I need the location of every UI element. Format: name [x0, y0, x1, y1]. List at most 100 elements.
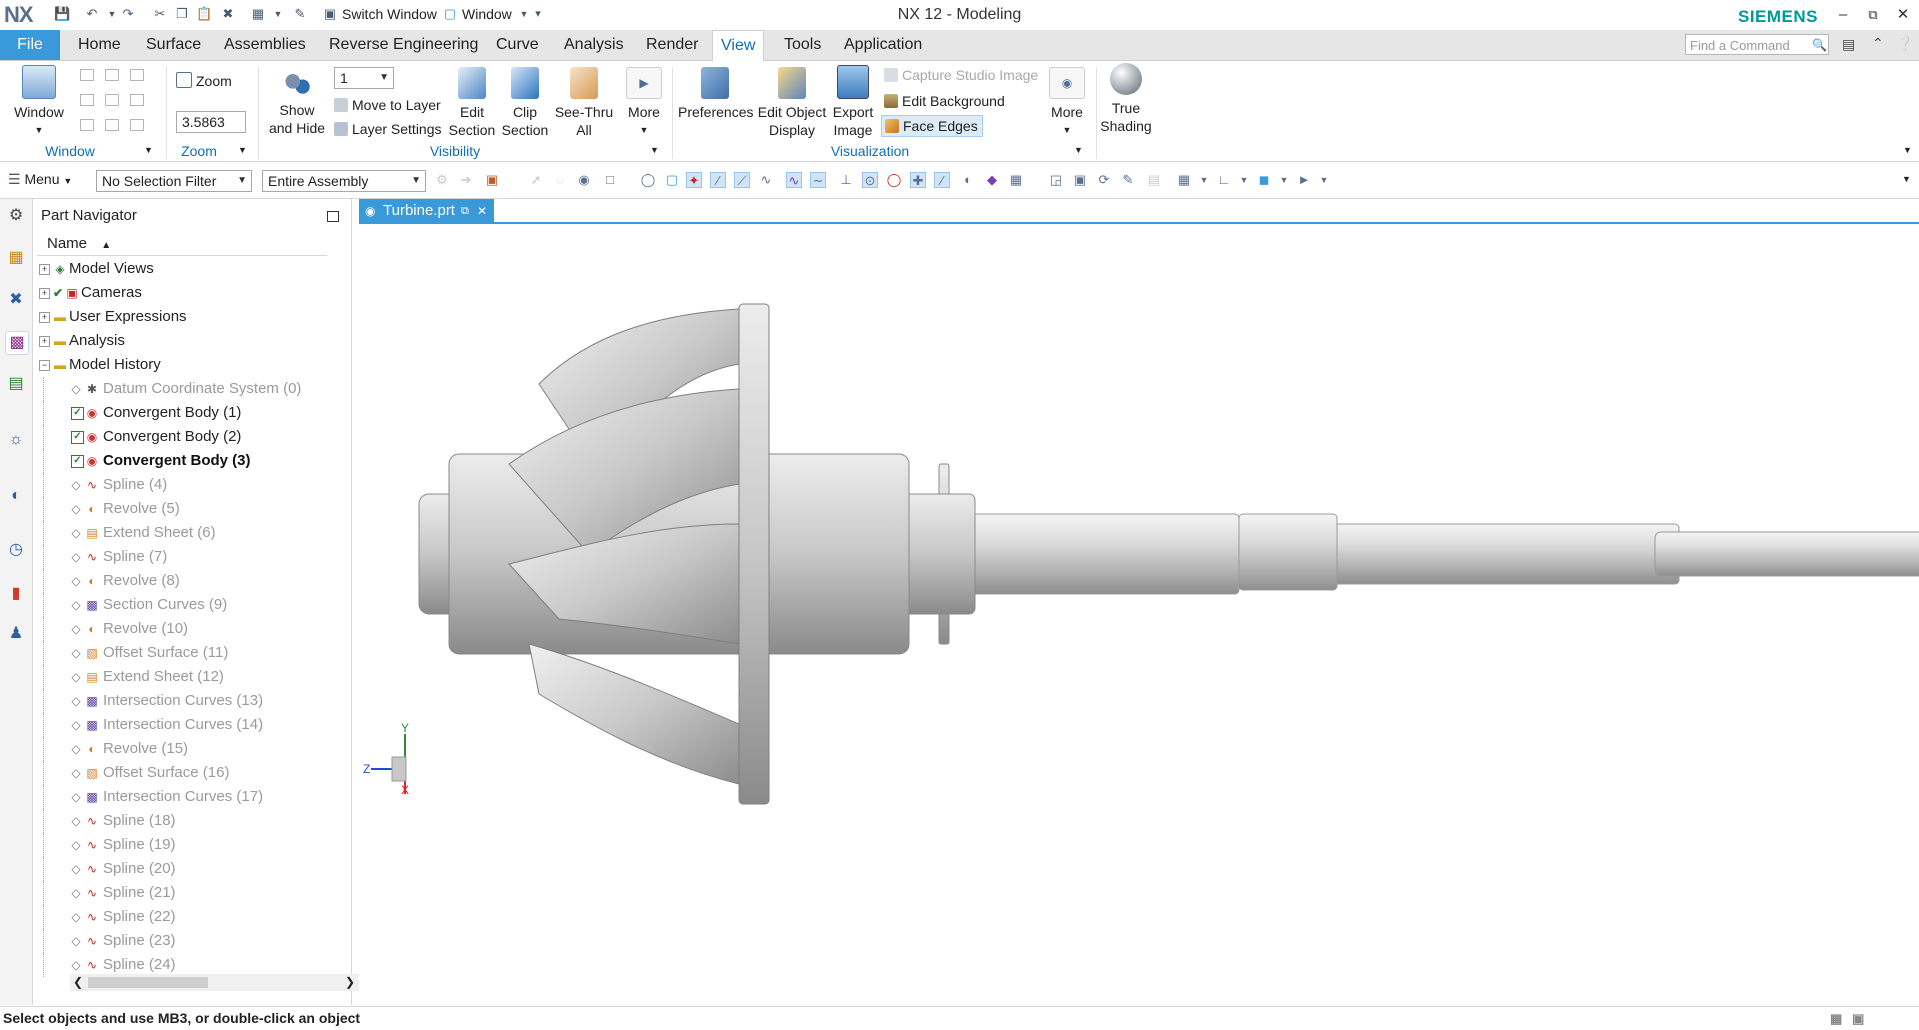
feature-row[interactable]: ✓ ◉ Convergent Body (1) — [37, 401, 327, 425]
edit-section-button[interactable]: Edit Section — [448, 67, 496, 139]
zoom-scale-field[interactable]: 3.5863 — [176, 111, 246, 133]
help-icon[interactable]: ❔ — [1896, 35, 1913, 52]
rendering-style-dropdown-icon[interactable]: ▼ — [1276, 172, 1292, 188]
snap-grid-icon[interactable]: ▦ — [1008, 172, 1024, 188]
hd3d-tools-icon[interactable]: ☼ — [5, 429, 27, 451]
expand-icon[interactable]: + — [39, 336, 50, 347]
tab-application[interactable]: Application — [836, 30, 930, 60]
expand-icon[interactable]: + — [39, 288, 50, 299]
gear-icon[interactable]: ⚙ — [5, 205, 27, 227]
roles-icon[interactable]: ♟ — [5, 623, 27, 645]
layout-right-icon[interactable] — [130, 94, 144, 106]
feature-row[interactable]: ◇ ▤ Extend Sheet (12) — [37, 665, 327, 689]
face-edges-toggle[interactable]: Face Edges — [881, 115, 983, 137]
zoom-group-dropdown-icon[interactable]: ▼ — [238, 145, 247, 155]
select-curve-icon[interactable]: ➚ — [528, 172, 544, 188]
feature-row[interactable]: ◇ ✱ Datum Coordinate System (0) — [37, 377, 327, 401]
edit-object-display-button[interactable]: Edit Object Display — [756, 67, 828, 139]
tab-reverse-engineering[interactable]: Reverse Engineering — [321, 30, 486, 60]
capture-studio-image-button[interactable]: Capture Studio Image — [884, 65, 1038, 85]
undo-icon[interactable]: ↶ — [84, 6, 100, 22]
feature-row[interactable]: ◇ ◐ Revolve (5) — [37, 497, 327, 521]
feature-row[interactable]: ◇ ▩ Intersection Curves (13) — [37, 689, 327, 713]
collapse-ribbon-icon[interactable]: ⌃ — [1872, 35, 1884, 52]
tree-node[interactable]: − ▬ Model History — [37, 353, 327, 377]
layout-top-icon[interactable] — [80, 119, 94, 131]
feature-row[interactable]: ◇ ∿ Spline (20) — [37, 857, 327, 881]
view-orientation-icon[interactable]: ▦ — [1176, 172, 1192, 188]
graphics-window-tab[interactable]: ◉ Turbine.prt ⧉ ✕ — [359, 199, 494, 223]
feature-row[interactable]: ◇ ◐ Revolve (8) — [37, 569, 327, 593]
visibility-checkbox[interactable]: ✓ — [71, 431, 84, 444]
view-orientation-dropdown-icon[interactable]: ▼ — [1196, 172, 1212, 188]
feature-row[interactable]: ◇ ∿ Spline (19) — [37, 833, 327, 857]
layout-three-icon[interactable] — [130, 69, 144, 81]
tab-file[interactable]: File — [0, 30, 60, 60]
tab-surface[interactable]: Surface — [138, 30, 209, 60]
snap-center-icon[interactable]: ⊙ — [862, 172, 878, 188]
tab-curve[interactable]: Curve — [488, 30, 547, 60]
layout-single-icon[interactable] — [80, 69, 94, 81]
select-edge-icon[interactable]: ➔ — [458, 172, 474, 188]
turbine-model[interactable]: Y Z X — [359, 224, 1919, 1005]
feature-row[interactable]: ◇ ▧ Offset Surface (16) — [37, 761, 327, 785]
visibility-checkbox[interactable]: ✓ — [71, 455, 84, 468]
preferences-button[interactable]: Preferences — [678, 67, 753, 121]
view-pan-icon[interactable]: ✎ — [1120, 172, 1136, 188]
feature-row[interactable]: ◇ ∿ Spline (4) — [37, 473, 327, 497]
layout-left-icon[interactable] — [105, 94, 119, 106]
snap-on-curve-icon[interactable]: ⁄ — [934, 172, 950, 188]
move-to-layer-button[interactable]: Move to Layer — [334, 95, 441, 115]
layout-grid-icon[interactable] — [130, 119, 144, 131]
expand-icon[interactable]: + — [39, 312, 50, 323]
minimize-button[interactable]: – — [1829, 4, 1857, 26]
find-command-input[interactable]: Find a Command — [1685, 34, 1829, 55]
feature-row[interactable]: ◇ ∿ Spline (22) — [37, 905, 327, 929]
visualization-more-button[interactable]: ◉ More ▼ — [1044, 67, 1090, 139]
select-point-icon[interactable]: ◌ — [552, 172, 568, 188]
see-thru-all-button[interactable]: See-Thru All — [552, 67, 616, 139]
deselect-all-icon[interactable]: ◯ — [640, 172, 656, 188]
tab-render[interactable]: Render — [638, 30, 706, 60]
column-header-name[interactable]: Name ▲ — [37, 233, 327, 256]
edit-background-button[interactable]: Edit Background — [884, 91, 1005, 111]
snap-perpendicular-icon[interactable]: ⊥ — [838, 172, 854, 188]
select-body-icon[interactable]: ◉ — [576, 172, 592, 188]
visibility-more-button[interactable]: ▶ More ▼ — [620, 67, 668, 139]
window-group-dropdown-icon[interactable]: ▼ — [144, 145, 153, 155]
feature-row[interactable]: ◇ ▤ Extend Sheet (6) — [37, 521, 327, 545]
redo-icon[interactable]: ↷ — [120, 6, 136, 22]
snap-on-surface-icon[interactable]: ◐ — [960, 172, 976, 188]
feature-row[interactable]: ◇ ∿ Spline (18) — [37, 809, 327, 833]
snap-quadrant-icon[interactable]: ◯ — [886, 172, 902, 188]
feature-row[interactable]: ✓ ◉ Convergent Body (3) — [37, 449, 327, 473]
cut-icon[interactable]: ✂ — [152, 6, 168, 22]
visualization-group-dropdown-icon[interactable]: ▼ — [1074, 145, 1083, 155]
feature-row[interactable]: ✓ ◉ Convergent Body (2) — [37, 425, 327, 449]
tab-home[interactable]: Home — [70, 30, 129, 60]
view-zoom-icon[interactable]: ▣ — [1072, 172, 1088, 188]
layout-two-icon[interactable] — [105, 69, 119, 81]
maximize-icon[interactable] — [327, 211, 339, 222]
history-icon[interactable]: ◷ — [5, 539, 27, 561]
selection-filter-select[interactable]: No Selection Filter ▼ — [96, 170, 252, 192]
reuse-library-icon[interactable]: ▤ — [5, 373, 27, 395]
tree-node[interactable]: + ▬ User Expressions — [37, 305, 327, 329]
tab-view[interactable]: View — [712, 30, 765, 62]
status-options-icon[interactable]: ▦ — [1830, 1008, 1842, 1030]
copy-icon[interactable]: ❐ — [174, 6, 190, 22]
rendering-style-icon[interactable]: ◼ — [1256, 172, 1272, 188]
snap-tangent-icon[interactable]: ∼ — [810, 172, 826, 188]
save-icon[interactable]: 💾 — [54, 6, 70, 22]
show-hide-selection-icon[interactable]: ► — [1296, 172, 1312, 188]
touch-mode-icon[interactable]: ✎ — [292, 6, 308, 22]
cube-icon[interactable]: ▢ — [664, 172, 680, 188]
tree-node[interactable]: + ▬ Analysis — [37, 329, 327, 353]
paste-icon[interactable]: 📋 — [196, 6, 212, 22]
ribbon-overflow-icon[interactable]: ▼ — [1903, 145, 1912, 155]
repeat-command-icon[interactable]: ▦ — [250, 6, 266, 22]
ribbon-options-icon[interactable]: ▤ — [1842, 36, 1855, 53]
expand-icon[interactable]: + — [39, 264, 50, 275]
checkmark-icon[interactable]: ✔ — [51, 286, 65, 300]
scroll-right-icon[interactable]: ❯ — [345, 975, 355, 989]
